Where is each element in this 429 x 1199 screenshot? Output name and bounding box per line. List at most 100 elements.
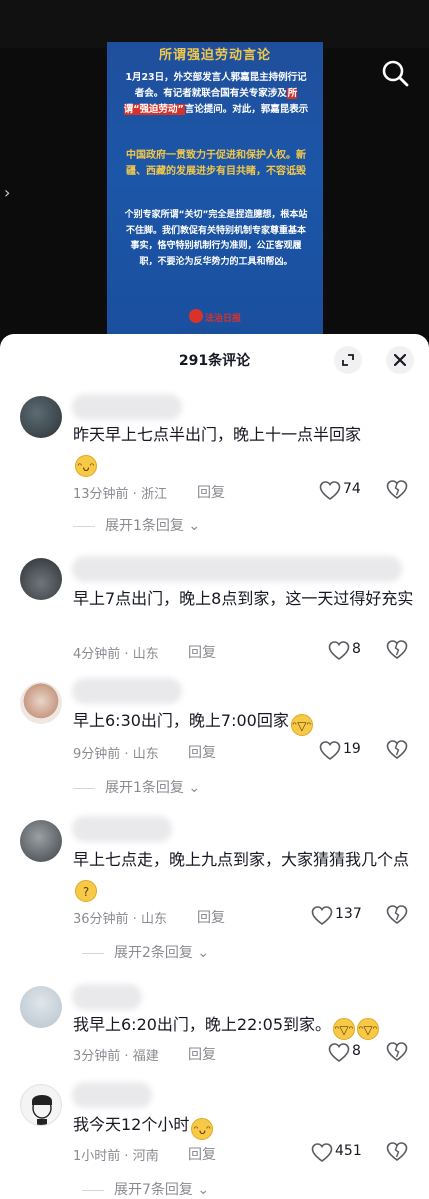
comment-region: 浙江 [140, 487, 167, 502]
like-button[interactable]: 137 [311, 905, 367, 927]
thinking-emoji-icon: ? [75, 880, 97, 902]
poster-title: 所谓强迫劳动言论 [158, 48, 271, 63]
comment-text: 我早上6:20出门，晚上22:05到家。 ᵔ▽ᵔ ᵔ▽ᵔ [73, 1011, 419, 1040]
avatar[interactable] [20, 558, 62, 600]
divider-line [82, 952, 104, 954]
expand-replies[interactable]: 展开2条回复 ⌄ [82, 942, 209, 962]
news-poster: 所谓强迫劳动言论 1月23日，外交部发言人郭嘉昆主持例行记者会。有记者就联合国有… [107, 42, 323, 334]
like-button[interactable]: 74 [319, 480, 365, 502]
dislike-button[interactable] [386, 1142, 408, 1164]
divider-line [73, 525, 95, 527]
avatar[interactable] [20, 820, 62, 862]
chevron-down-icon: ⌄ [197, 945, 210, 961]
laugh-cry-emoji-icon: ᵔ▽ᵔ [357, 1018, 380, 1040]
close-icon [393, 353, 407, 367]
comment-body: 早上七点走，晚上九点到家，大家猜猜我几个点 [73, 850, 410, 869]
poster-paragraph-1: 1月23日，外交部发言人郭嘉昆主持例行记者会。有记者就联合国有关专家涉及所谓“强… [123, 70, 309, 118]
close-sheet-button[interactable] [386, 346, 414, 374]
logo-mark-icon [189, 309, 203, 323]
poster-paragraph-2: 中国政府一贯致力于促进和保护人权。新疆、西藏的发展进步有目共睹，不容诋毁 [126, 150, 306, 177]
top-bar [0, 0, 429, 48]
broken-heart-icon [386, 480, 408, 499]
dislike-button[interactable] [386, 740, 408, 762]
like-button[interactable]: 451 [311, 1142, 367, 1164]
avatar[interactable] [20, 682, 62, 724]
reply-button[interactable]: 回复 [197, 482, 225, 502]
heart-icon [319, 741, 341, 760]
search-icon [382, 60, 409, 87]
expand-icon [342, 354, 354, 366]
comment-text: 我今天12个小时 ᵔᴗᵔ [73, 1111, 419, 1140]
reply-button[interactable]: 回复 [188, 1144, 216, 1164]
comment-text: 早上6:30出门，晚上7:00回家 ᵔ▽ᵔ [73, 707, 419, 736]
username-blurred [72, 1082, 152, 1108]
comment-time: 13分钟前 [73, 487, 129, 502]
broken-heart-icon [386, 740, 408, 759]
like-count: 8 [352, 1043, 361, 1059]
comment-time: 1小时前 [73, 1149, 121, 1164]
broken-heart-icon [386, 905, 408, 924]
comment-body: 昨天早上七点半出门，晚上十一点半回家 [73, 425, 362, 444]
chevron-right-icon[interactable]: › [4, 182, 18, 204]
comment-region: 河南 [132, 1149, 159, 1164]
divider-line [82, 1189, 104, 1191]
heart-icon [311, 1143, 333, 1162]
like-count: 451 [335, 1143, 362, 1159]
expand-sheet-button[interactable] [334, 346, 362, 374]
poster-logo-text: 法治日报 [205, 314, 242, 324]
like-count: 19 [343, 741, 361, 757]
poster-paragraph-3: 个别专家所谓“关切”完全是捏造臆想，根本站不住脚。我们敦促有关特别机制专家尊重基… [124, 210, 308, 267]
comment-body: 早上7点出门，晚上8点到家，这一天过得好充实 [73, 589, 414, 608]
poster-p1-text-a: 1月23日，外交部发言人郭嘉昆主持例行记者会。有记者就联合国有关专家涉及 [125, 72, 307, 99]
reply-button[interactable]: 回复 [188, 742, 216, 762]
like-count: 8 [352, 641, 361, 657]
username-blurred [72, 394, 182, 420]
comment-region: 山东 [132, 647, 159, 662]
expand-replies[interactable]: 展开1条回复 ⌄ [73, 777, 200, 797]
laugh-cry-emoji-icon: ᵔ▽ᵔ [290, 714, 313, 736]
like-button[interactable]: 8 [328, 640, 374, 662]
comment-meta: 3分钟前 · 福建 [73, 1049, 159, 1064]
chevron-down-icon: ⌄ [197, 1182, 210, 1198]
reply-button[interactable]: 回复 [188, 642, 216, 662]
chevron-down-icon: ⌄ [188, 780, 201, 796]
expand-replies[interactable]: 展开1条回复 ⌄ [73, 515, 200, 535]
broken-heart-icon [386, 640, 408, 659]
dislike-button[interactable] [386, 905, 408, 927]
dislike-button[interactable] [386, 640, 408, 662]
reply-button[interactable]: 回复 [197, 907, 225, 927]
grin-emoji-icon: ᵔᴗᵔ [191, 1118, 214, 1140]
comment-text: 早上七点走，晚上九点到家，大家猜猜我几个点? [73, 846, 419, 902]
like-button[interactable]: 8 [328, 1042, 374, 1064]
cartoon-face-icon [32, 1095, 52, 1125]
comment-body: 我今天12个小时 [73, 1115, 190, 1134]
video-player[interactable]: 所谓强迫劳动言论 1月23日，外交部发言人郭嘉昆主持例行记者会。有记者就联合国有… [0, 0, 429, 348]
comment-meta: 1小时前 · 河南 [73, 1149, 159, 1164]
comment-region: 山东 [140, 912, 167, 927]
dislike-button[interactable] [386, 1042, 408, 1064]
comment-time: 9分钟前 [73, 747, 121, 762]
expand-replies[interactable]: 展开7条回复 ⌄ [82, 1179, 209, 1199]
avatar[interactable] [20, 396, 62, 438]
heart-icon [328, 1043, 350, 1062]
expand-replies-label: 展开7条回复 [114, 1182, 193, 1198]
avatar[interactable] [20, 1084, 62, 1126]
dislike-button[interactable] [386, 480, 408, 502]
comment-time: 36分钟前 [73, 912, 129, 927]
avatar[interactable] [20, 986, 62, 1028]
reply-button[interactable]: 回复 [188, 1044, 216, 1064]
comment-meta: 36分钟前 · 山东 [73, 912, 167, 927]
like-button[interactable]: 19 [319, 740, 365, 762]
comment-time: 3分钟前 [73, 1049, 121, 1064]
expand-replies-label: 展开2条回复 [114, 945, 193, 961]
comment-meta: 13分钟前 · 浙江 [73, 487, 167, 502]
comment-body: 我早上6:20出门，晚上22:05到家。 [73, 1015, 332, 1034]
search-button[interactable] [378, 56, 414, 92]
heart-icon [319, 481, 341, 500]
comment-text: 昨天早上七点半出门，晚上十一点半回家 ᵔᴗᵔ [73, 421, 419, 477]
laugh-cry-emoji-icon: ᵔ▽ᵔ [333, 1018, 356, 1040]
poster-p1-text-b: 言论提问。对此，郭嘉昆表示 [184, 104, 309, 115]
heart-icon [311, 906, 333, 925]
poster-logo: 法治日报 [189, 308, 245, 326]
expand-replies-label: 展开1条回复 [105, 518, 184, 534]
